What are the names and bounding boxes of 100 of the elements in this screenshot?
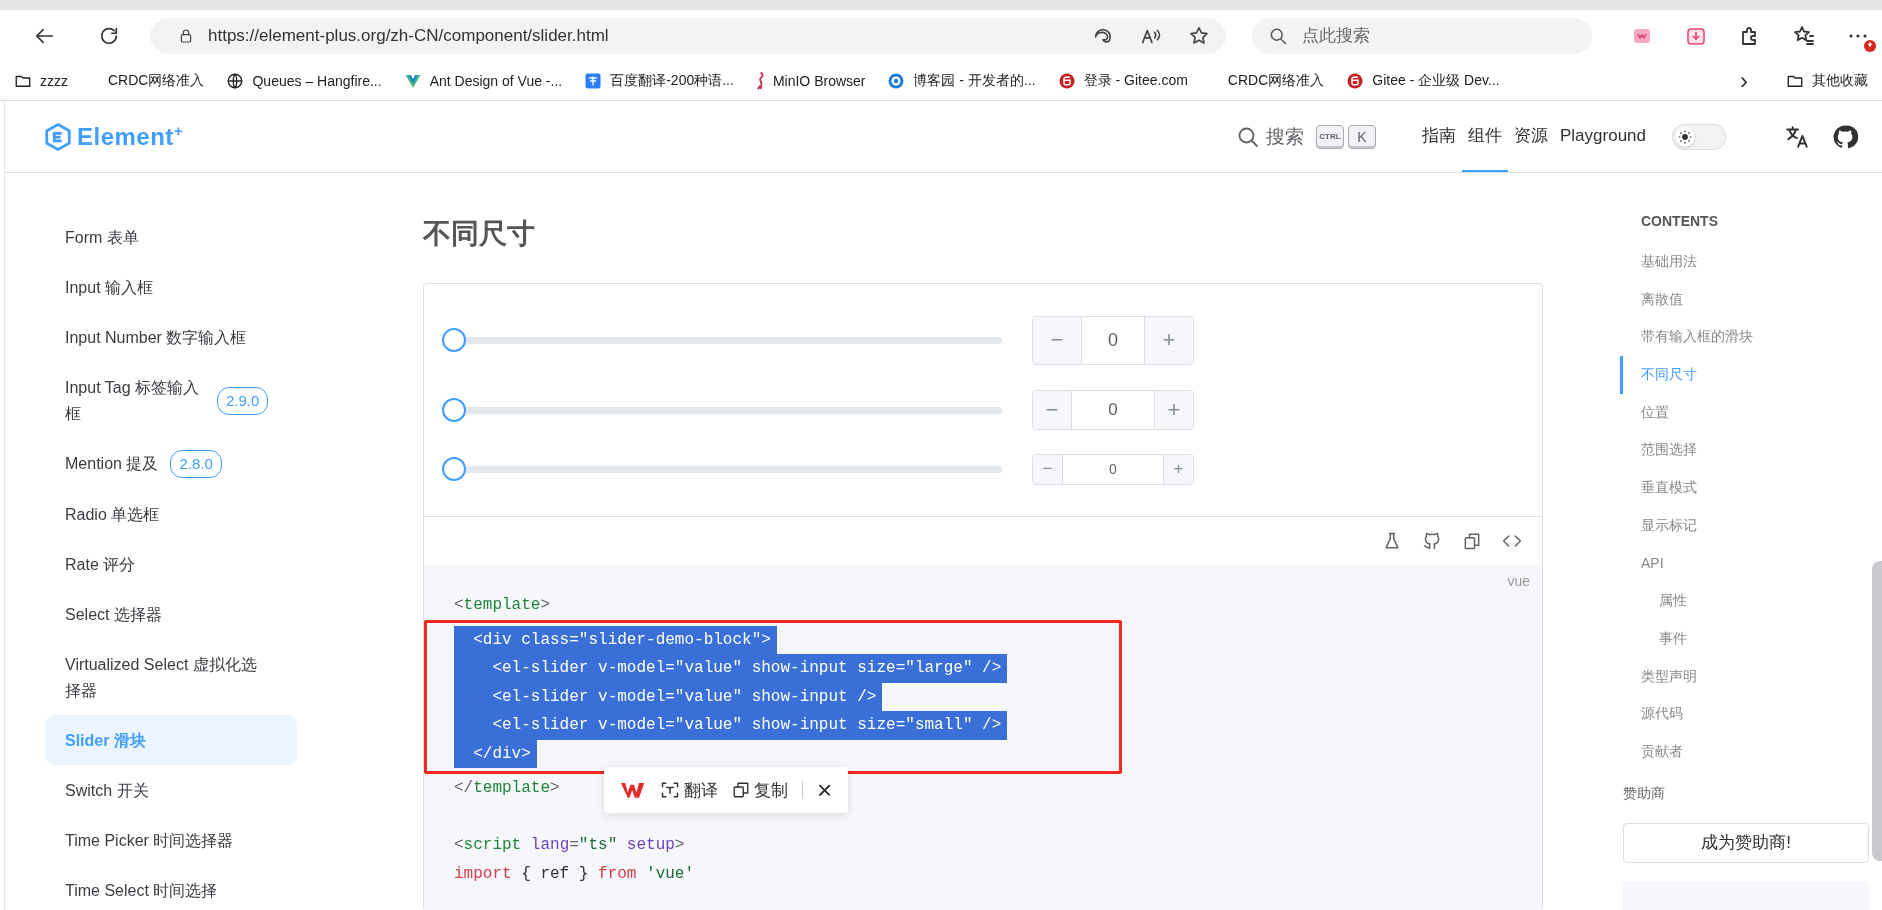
- bookmark[interactable]: Gitee - 企业级 Dev...: [1346, 72, 1500, 90]
- sidebar-item[interactable]: Input Tag 标签输入框 2.9.0: [45, 363, 297, 439]
- bookmark-label: Ant Design of Vue -...: [429, 73, 563, 89]
- item-label: Input Tag 标签输入框: [65, 378, 200, 424]
- sun-icon: [1678, 129, 1692, 144]
- version-badge: 2.8.0: [170, 450, 222, 479]
- sidebar-item[interactable]: Virtualized Select 虚拟化选择器: [45, 640, 297, 716]
- github-icon[interactable]: [1832, 123, 1858, 150]
- slider[interactable]: [442, 457, 1002, 481]
- translate-button[interactable]: 翻译: [660, 778, 718, 802]
- keyboard-key: K: [1348, 124, 1376, 149]
- keyboard-key: CTRL: [1316, 124, 1344, 149]
- bookmark[interactable]: 博客园 - 开发者的...: [887, 72, 1036, 90]
- sidebar-item[interactable]: Form 表单: [45, 213, 297, 263]
- toc-link[interactable]: API: [1620, 544, 1873, 583]
- bookmark-label: zzzz: [40, 73, 68, 89]
- flamingo-icon: [755, 72, 765, 90]
- favorites-icon[interactable]: [1792, 24, 1816, 48]
- bookmark-label: CRDC网络准入: [108, 72, 205, 90]
- sidebar-item[interactable]: Radio 单选框: [45, 490, 297, 541]
- sidebar-item[interactable]: Rate 评分: [45, 540, 297, 591]
- code-line: import { ref } from 'vue': [454, 863, 696, 885]
- scan-text-icon: [660, 780, 680, 800]
- language-label: vue: [1507, 573, 1530, 589]
- toc-link[interactable]: 贡献者: [1620, 732, 1873, 771]
- bookmark[interactable]: CRDC网络准入: [90, 72, 205, 90]
- version-badge: 2.9.0: [217, 386, 269, 415]
- toc-link[interactable]: 事件: [1620, 619, 1873, 658]
- notification-dot-icon: [1864, 40, 1876, 52]
- bookmark-label: Queues – Hangfire...: [252, 73, 382, 89]
- slider[interactable]: [442, 328, 1002, 352]
- bookmark[interactable]: MinIO Browser: [755, 72, 866, 90]
- bookmark-label: CRDC网络准入: [1227, 72, 1325, 90]
- code-line: <script lang="ts" setup>: [454, 835, 686, 856]
- bookmark-label: 百度翻译-200种语...: [610, 72, 734, 90]
- flask-icon[interactable]: [1382, 531, 1402, 551]
- search-field[interactable]: 点此搜索: [1252, 18, 1592, 54]
- copy-icon[interactable]: [1462, 531, 1482, 551]
- g-logo-icon: [1057, 72, 1076, 90]
- toc-link[interactable]: 显示标记: [1620, 506, 1873, 545]
- translate-icon[interactable]: [1784, 123, 1810, 150]
- github-icon[interactable]: [1422, 531, 1442, 551]
- toc-link[interactable]: 类型声明: [1620, 657, 1873, 696]
- nav-link[interactable]: Playground: [1554, 101, 1652, 172]
- slider[interactable]: [442, 398, 1002, 422]
- sidebar-item[interactable]: Time Select 时间选择: [45, 865, 297, 910]
- bookmark-label: 博客园 - 开发者的...: [913, 72, 1036, 90]
- code-line: </template>: [454, 778, 561, 799]
- bookmark[interactable]: zzzz: [14, 72, 68, 90]
- hexagon-logo-icon: [43, 121, 73, 152]
- bookmark-label: 登录 - Gitee.com: [1083, 72, 1188, 90]
- nav-link[interactable]: 组件: [1462, 101, 1508, 172]
- v-logo-icon: [403, 72, 422, 90]
- sidebar-item[interactable]: Mention 提及 2.8.0: [45, 438, 297, 491]
- sidebar-item[interactable]: Time Picker 时间选择器: [45, 815, 297, 866]
- lock-icon: [178, 28, 194, 44]
- toc-link[interactable]: 离散值: [1620, 280, 1873, 319]
- bookmark[interactable]: 登录 - Gitee.com: [1057, 72, 1188, 90]
- nav-link[interactable]: 资源: [1508, 101, 1554, 172]
- bookmark[interactable]: 百度翻译-200种语...: [584, 72, 734, 90]
- bookmark[interactable]: Queues – Hangfire...: [226, 72, 382, 90]
- toc-link[interactable]: 位置: [1620, 393, 1873, 432]
- bookmark-label: 其他收藏: [1812, 72, 1868, 90]
- address-bar[interactable]: https://element-plus.org/zh-CN/component/slider.html: [150, 18, 1226, 54]
- bookmark[interactable]: CRDC网络准入: [1209, 72, 1325, 90]
- section-heading: 不同尺寸: [423, 217, 536, 251]
- chevron-button[interactable]: ›: [1740, 69, 1748, 93]
- toc-link[interactable]: 属性: [1620, 582, 1873, 620]
- toc-link[interactable]: 垂直模式: [1620, 469, 1873, 507]
- sidebar-item[interactable]: Input Number 数字输入框: [45, 313, 297, 363]
- sponsor-button[interactable]: 成为赞助商!: [1623, 822, 1869, 863]
- g-logo-icon: [1346, 72, 1365, 90]
- toc-link[interactable]: 带有输入框的滑块: [1620, 318, 1873, 357]
- code-line: <template>: [454, 595, 552, 616]
- sponsor-heading: 赞助商: [1623, 784, 1666, 803]
- bookmark[interactable]: Ant Design of Vue -...: [403, 72, 563, 90]
- slider-handle[interactable]: [442, 398, 466, 422]
- close-button[interactable]: ×: [817, 777, 833, 803]
- url-text: https://element-plus.org/zh-CN/component/slider.html: [208, 26, 609, 46]
- w-logo-icon[interactable]: [620, 780, 646, 800]
- toc-link[interactable]: 基础用法: [1620, 243, 1873, 281]
- nav-link[interactable]: 指南: [1416, 101, 1462, 172]
- copy-button[interactable]: 复制: [732, 778, 788, 802]
- refresh-icon[interactable]: [98, 25, 120, 47]
- copy-icon: [732, 781, 750, 799]
- sidebar-item[interactable]: Switch 开关: [45, 765, 297, 816]
- star-icon[interactable]: [1188, 25, 1210, 47]
- sidebar-item[interactable]: Select 选择器: [45, 590, 297, 641]
- bookmark-label: Gitee - 企业级 Dev...: [1372, 72, 1500, 90]
- bookmark-label: MinIO Browser: [772, 73, 866, 89]
- toc-link[interactable]: 范围选择: [1620, 431, 1873, 470]
- theme-switch[interactable]: [1672, 123, 1726, 150]
- toc-link[interactable]: 源代码: [1620, 695, 1873, 733]
- slider-handle[interactable]: [442, 457, 466, 481]
- translate-icon: [584, 72, 603, 90]
- search-button[interactable]: 搜索: [1236, 123, 1304, 150]
- bookmark[interactable]: 其他收藏: [1786, 72, 1868, 90]
- slider-handle[interactable]: [442, 328, 466, 352]
- globe-icon: [226, 72, 245, 90]
- sidebar-item[interactable]: Input 输入框: [45, 263, 297, 313]
